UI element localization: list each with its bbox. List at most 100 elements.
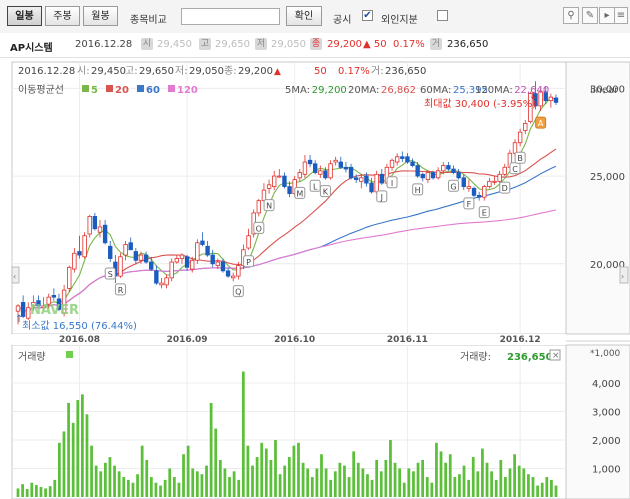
candle-body (220, 261, 226, 272)
candle-body (353, 177, 359, 180)
candle-body (476, 194, 482, 198)
ma-legend-swatch (106, 85, 113, 92)
max-arrow-icon: ↓ (529, 91, 537, 102)
candle-body (323, 170, 328, 179)
candle-body (51, 294, 57, 298)
volume-bar (90, 445, 93, 497)
volume-tick-label: 2,000 (592, 436, 621, 447)
candle-body (548, 96, 554, 102)
info-close: 29,200 (238, 66, 273, 77)
volume-bar (435, 442, 438, 497)
volume-bar (481, 448, 484, 497)
candle-body (487, 180, 492, 187)
candle-body (400, 156, 405, 159)
candle-body (482, 186, 487, 198)
volume-bar (278, 474, 282, 497)
volume-bar (163, 479, 167, 497)
volume-bar (292, 445, 296, 497)
ma-legend-label: 60 (146, 85, 160, 96)
ma-legend-label: 5 (91, 85, 98, 96)
quote-change-pct: 0.17% (393, 39, 425, 50)
volume-bar (513, 454, 516, 497)
notice-marker-letter: H (415, 186, 421, 195)
info-change-arrow: ▲ (274, 67, 281, 77)
quote-volume: 236,650 (447, 39, 489, 50)
pencil-tool-icon[interactable]: ✎ (582, 7, 598, 24)
candle-body (364, 175, 369, 184)
volume-bar (517, 465, 521, 497)
notice-marker-letter: F (467, 200, 472, 209)
candle-body (497, 173, 502, 182)
tab-daily[interactable]: 일봉 (7, 6, 42, 26)
compare-input[interactable] (181, 8, 280, 25)
volume-bar (329, 479, 333, 497)
close-icon: × (552, 351, 560, 361)
volume-bar (490, 471, 494, 497)
candle-body (82, 235, 87, 258)
candle-body (174, 258, 180, 263)
volume-bar (246, 445, 250, 497)
candle-body (266, 184, 272, 189)
notice-marker-letter: C (512, 165, 518, 174)
volume-bar (103, 462, 107, 497)
candle-body (318, 170, 323, 175)
volume-axis-panel (565, 344, 630, 499)
candle-body (118, 256, 123, 277)
volume-bar (366, 474, 369, 497)
volume-bar (462, 465, 466, 497)
ma-legend-title: 이동평균선 (18, 84, 64, 96)
candle-body (225, 270, 231, 277)
volume-bar (310, 477, 314, 497)
foreign-checkbox[interactable] (437, 10, 448, 21)
info-high-label: 고: (125, 66, 138, 77)
volume-bar (545, 477, 549, 497)
stock-chart[interactable]: SR QPONMLKJIH GFEDCBA 20,00025,00030,000 2… (0, 57, 630, 499)
quote-low: 29,050 (271, 39, 306, 50)
volume-bar (499, 459, 503, 497)
volume-bar (172, 477, 176, 497)
volume-bar (425, 477, 429, 497)
candle-body (441, 165, 446, 172)
candle-body (102, 224, 108, 244)
volume-bar (218, 459, 222, 497)
volume-bar (168, 468, 172, 497)
notice-checkbox[interactable]: ✔ (362, 10, 373, 21)
candle-body (246, 235, 251, 249)
volume-bar (352, 451, 356, 497)
cursor-tool-icon[interactable]: ▸ (599, 7, 615, 24)
candle-body (92, 216, 98, 230)
info-change-pct: 0.17% (338, 66, 370, 77)
candle-body (333, 159, 338, 163)
candle-body (164, 277, 169, 286)
volume-bar (494, 479, 498, 497)
text-tool-icon[interactable]: ≡ (614, 7, 628, 24)
volume-bar (347, 477, 351, 497)
volume-bar (485, 462, 489, 497)
volume-bar (71, 422, 75, 497)
compare-label: 종목비교 (130, 15, 167, 26)
volume-bar (375, 459, 379, 497)
volume-bar (209, 402, 213, 497)
info-volume-label: 거: (371, 65, 384, 77)
candle-body (471, 187, 477, 196)
info-volume: 236,650 (385, 66, 426, 77)
tab-weekly[interactable]: 주봉 (45, 6, 80, 26)
volume-bar (453, 477, 457, 497)
volume-bar (260, 442, 264, 497)
volume-bar (145, 459, 149, 497)
candle-body (282, 175, 287, 187)
candle-body (456, 172, 461, 179)
scale-label[interactable]: linear (590, 85, 619, 96)
confirm-button[interactable]: 확인 (286, 6, 322, 26)
quote-open: 29,450 (157, 39, 192, 50)
volume-bar (448, 454, 452, 497)
candle-body (492, 180, 497, 183)
date-tick-label: 2016.12 (500, 335, 541, 345)
candle-body (410, 161, 415, 166)
volume-bar (536, 485, 539, 497)
pin-tool-icon[interactable]: ⚲ (563, 7, 579, 24)
notice-marker-letter: Q (235, 288, 241, 297)
volume-bar (94, 465, 98, 497)
volume-bar (195, 471, 199, 497)
tab-monthly[interactable]: 월봉 (83, 6, 118, 26)
